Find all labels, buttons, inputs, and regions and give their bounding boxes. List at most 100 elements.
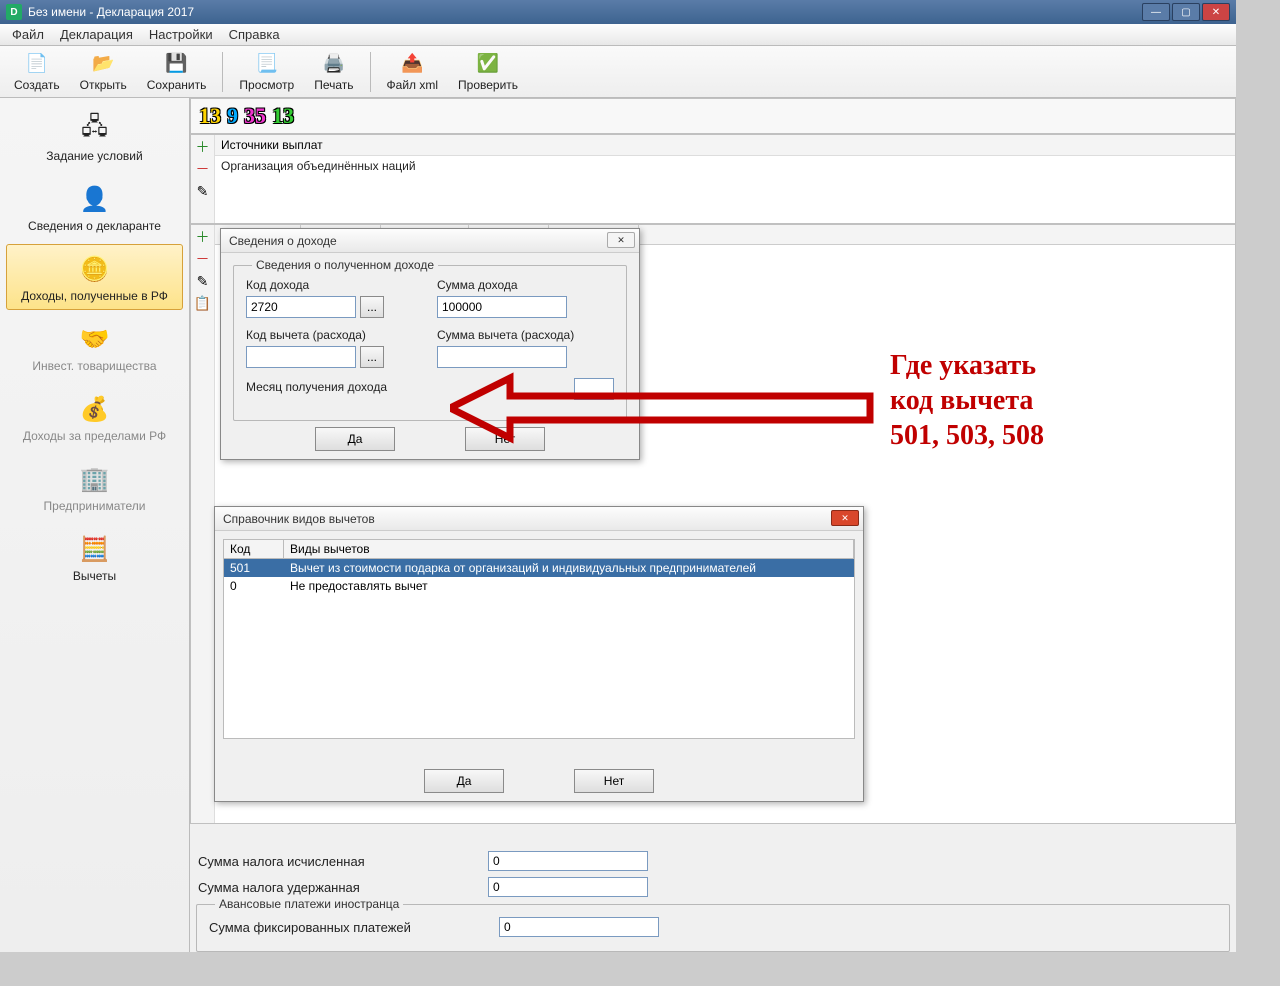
input-tax-calculated[interactable] bbox=[488, 851, 648, 871]
browse-deduction-code-button[interactable]: ... bbox=[360, 346, 384, 368]
col-code: Код bbox=[224, 540, 284, 558]
business-icon: 🏢 bbox=[77, 461, 113, 497]
sidebar-item-income-rf[interactable]: 🪙Доходы, полученные в РФ bbox=[6, 244, 183, 310]
sidebar-item-entrepreneurs[interactable]: 🏢Предприниматели bbox=[6, 454, 183, 520]
table-row[interactable]: 501 Вычет из стоимости подарка от органи… bbox=[224, 559, 854, 577]
legend-income: Сведения о полученном доходе bbox=[252, 258, 438, 272]
menu-help[interactable]: Справка bbox=[221, 25, 288, 44]
toolbar-separator bbox=[222, 52, 223, 92]
check-button[interactable]: ✅Проверить bbox=[450, 48, 526, 96]
directory-no-button[interactable]: Нет bbox=[574, 769, 654, 793]
directory-title: Справочник видов вычетов ✕ bbox=[215, 507, 863, 531]
directory-close-button[interactable]: ✕ bbox=[831, 510, 859, 526]
group-advance: Авансовые платежи иностранца Сумма фикси… bbox=[196, 904, 1230, 952]
export-icon: 📤 bbox=[400, 52, 424, 76]
rate-tab-35[interactable]: 35 bbox=[244, 103, 266, 129]
dialog-title-text: Сведения о доходе bbox=[229, 234, 337, 248]
row-fixed-payments: Сумма фиксированных платежей bbox=[209, 917, 1217, 937]
label-income-sum: Сумма дохода bbox=[437, 278, 614, 292]
calculator-icon: 🧮 bbox=[77, 531, 113, 567]
preview-icon: 📃 bbox=[255, 52, 279, 76]
app-icon: D bbox=[6, 4, 22, 20]
label-tax-calculated: Сумма налога исчисленная bbox=[198, 854, 488, 869]
cell-code: 0 bbox=[224, 578, 284, 594]
legend-advance: Авансовые платежи иностранца bbox=[215, 897, 403, 911]
table-row[interactable]: 0 Не предоставлять вычет bbox=[224, 577, 854, 595]
sidebar-item-declarant[interactable]: 👤Сведения о декларанте bbox=[6, 174, 183, 240]
toolbar-separator bbox=[370, 52, 371, 92]
row-tax-calculated: Сумма налога исчисленная bbox=[190, 848, 1236, 874]
sources-panel: ＋ － ✎ Источники выплат Организация объед… bbox=[190, 134, 1236, 224]
sidebar-item-invest[interactable]: 🤝Инвест. товарищества bbox=[6, 314, 183, 380]
browse-income-code-button[interactable]: ... bbox=[360, 296, 384, 318]
label-fixed: Сумма фиксированных платежей bbox=[209, 920, 499, 935]
dialog-deduction-directory: Справочник видов вычетов ✕ Код Виды выче… bbox=[214, 506, 864, 802]
cell-name: Не предоставлять вычет bbox=[284, 578, 434, 594]
application-window: D Без имени - Декларация 2017 — ▢ ✕ Файл… bbox=[0, 0, 1236, 952]
directory-table-body: 501 Вычет из стоимости подарка от органи… bbox=[223, 559, 855, 739]
create-button[interactable]: 📄Создать bbox=[6, 48, 68, 96]
input-fixed[interactable] bbox=[499, 917, 659, 937]
label-deduction-code: Код вычета (расхода) bbox=[246, 328, 423, 342]
col-name: Виды вычетов bbox=[284, 540, 854, 558]
menu-file[interactable]: Файл bbox=[4, 25, 52, 44]
print-icon: 🖨️ bbox=[322, 52, 346, 76]
check-icon: ✅ bbox=[476, 52, 500, 76]
network-icon: 🖧 bbox=[77, 111, 113, 147]
menu-declaration[interactable]: Декларация bbox=[52, 25, 141, 44]
filexml-button[interactable]: 📤Файл xml bbox=[379, 48, 447, 96]
input-deduction-sum[interactable] bbox=[437, 346, 567, 368]
edit-income-button[interactable]: ✎ bbox=[195, 273, 211, 289]
label-deduction-sum: Сумма вычета (расхода) bbox=[437, 328, 614, 342]
copy-income-button[interactable]: 📋 bbox=[195, 295, 211, 311]
floppy-icon: 💾 bbox=[165, 52, 189, 76]
partnership-icon: 🤝 bbox=[77, 321, 113, 357]
rate-tab-13b[interactable]: 13 bbox=[272, 103, 294, 129]
sidebar-item-task[interactable]: 🖧Задание условий bbox=[6, 104, 183, 170]
annotation-text: Где указать код вычета 501, 503, 508 bbox=[890, 348, 1044, 453]
titlebar: D Без имени - Декларация 2017 — ▢ ✕ bbox=[0, 0, 1236, 24]
dialog-close-button[interactable]: ✕ bbox=[607, 232, 635, 248]
rate-tabs: 13 9 35 13 bbox=[190, 98, 1236, 134]
cell-code: 501 bbox=[224, 560, 284, 576]
edit-source-button[interactable]: ✎ bbox=[195, 183, 211, 199]
new-file-icon: 📄 bbox=[25, 52, 49, 76]
add-income-button[interactable]: ＋ bbox=[195, 229, 211, 245]
sidebar-item-foreign[interactable]: 💰Доходы за пределами РФ bbox=[6, 384, 183, 450]
directory-table-header: Код Виды вычетов bbox=[223, 539, 855, 559]
input-tax-held[interactable] bbox=[488, 877, 648, 897]
sidebar-item-deductions[interactable]: 🧮Вычеты bbox=[6, 524, 183, 590]
preview-button[interactable]: 📃Просмотр bbox=[231, 48, 302, 96]
directory-yes-button[interactable]: Да bbox=[424, 769, 504, 793]
income-yes-button[interactable]: Да bbox=[315, 427, 395, 451]
coins-icon: 🪙 bbox=[77, 251, 113, 287]
print-button[interactable]: 🖨️Печать bbox=[306, 48, 361, 96]
open-button[interactable]: 📂Открыть bbox=[72, 48, 135, 96]
maximize-button[interactable]: ▢ bbox=[1172, 3, 1200, 21]
dialog-title: Сведения о доходе ✕ bbox=[221, 229, 639, 253]
sources-header: Источники выплат bbox=[215, 135, 1235, 156]
income-toolbar: ＋ － ✎ 📋 bbox=[191, 225, 215, 823]
menu-settings[interactable]: Настройки bbox=[141, 25, 221, 44]
moneybag-icon: 💰 bbox=[77, 391, 113, 427]
bottom-section: Сумма налога исчисленная Сумма налога уд… bbox=[190, 848, 1236, 952]
menubar: Файл Декларация Настройки Справка bbox=[0, 24, 1236, 46]
close-button[interactable]: ✕ bbox=[1202, 3, 1230, 21]
input-income-code[interactable] bbox=[246, 296, 356, 318]
input-deduction-code[interactable] bbox=[246, 346, 356, 368]
annotation-arrow-icon bbox=[450, 368, 890, 448]
add-source-button[interactable]: ＋ bbox=[195, 139, 211, 155]
minimize-button[interactable]: — bbox=[1142, 3, 1170, 21]
rate-tab-13[interactable]: 13 bbox=[199, 103, 221, 129]
remove-source-button[interactable]: － bbox=[195, 161, 211, 177]
input-income-sum[interactable] bbox=[437, 296, 567, 318]
toolbar: 📄Создать 📂Открыть 💾Сохранить 📃Просмотр 🖨… bbox=[0, 46, 1236, 98]
save-button[interactable]: 💾Сохранить bbox=[139, 48, 215, 96]
source-row[interactable]: Организация объединённых наций bbox=[215, 156, 1235, 176]
directory-title-text: Справочник видов вычетов bbox=[223, 512, 375, 526]
remove-income-button[interactable]: － bbox=[195, 251, 211, 267]
sources-toolbar: ＋ － ✎ bbox=[191, 135, 215, 223]
main-area: 13 9 35 13 ＋ － ✎ Источники выплат Органи… bbox=[190, 98, 1236, 952]
rate-tab-9[interactable]: 9 bbox=[227, 103, 238, 129]
label-income-code: Код дохода bbox=[246, 278, 423, 292]
